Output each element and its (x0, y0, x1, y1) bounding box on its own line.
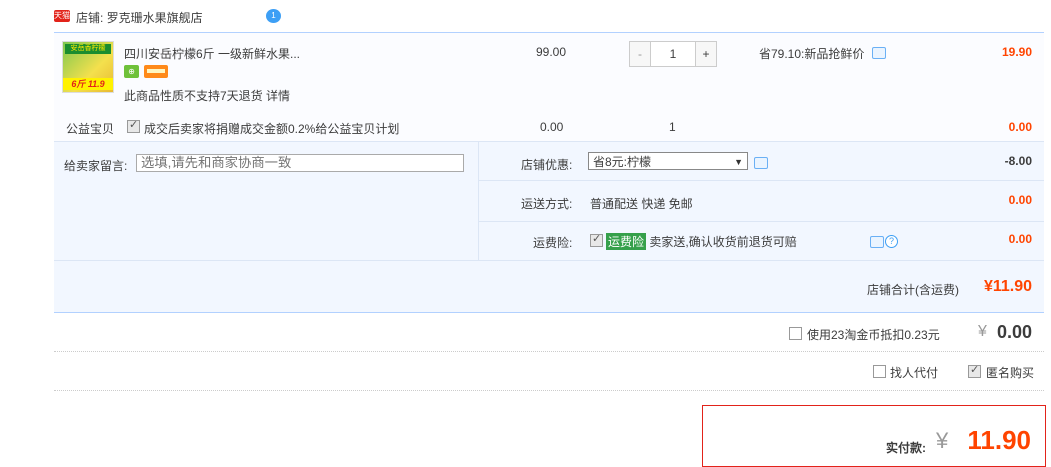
discount-label: 店铺优惠: (521, 158, 573, 172)
item-row: 安岳香柠檬 6斤 11.9 四川安岳柠檬6斤 一级新鲜水果... ⊕ 此商品性质… (54, 32, 1044, 111)
final-label: 实付款: (886, 441, 926, 455)
help-icon[interactable]: ? (885, 235, 898, 248)
charity-row: 公益宝贝 成交后卖家将捐赠成交金额0.2%给公益宝贝计划 0.00 1 0.00 (54, 111, 1044, 142)
discount-selected-value: 省8元:柠檬 (593, 155, 652, 169)
shipping-value: 普通配送 快递 免邮 (590, 197, 693, 211)
promotion-text: 省79.10:新品抢鲜价 (759, 47, 865, 61)
quantity-increase-button[interactable]: + (695, 42, 716, 66)
quantity-decrease-button[interactable]: - (630, 42, 651, 66)
coin-checkbox[interactable] (789, 327, 802, 340)
charity-label: 公益宝贝 (66, 122, 115, 136)
shipping-amount: 0.00 (1008, 193, 1032, 207)
unit-price: 99.00 (536, 45, 567, 59)
coin-currency: ¥ (978, 323, 987, 340)
quantity-stepper: - 1 + (629, 41, 717, 67)
row-divider (479, 180, 1044, 181)
final-payment-box: 实付款: ¥ 11.90 (702, 405, 1046, 467)
thumbnail-caption-top: 安岳香柠檬 (65, 44, 111, 54)
coin-label: 使用23淘金币抵扣0.23元 (807, 328, 940, 342)
panel-divider (478, 142, 479, 260)
insurance-tag: 运费险 (606, 233, 647, 250)
card-payment-badge-icon[interactable] (144, 65, 168, 78)
payment-options-row: 找人代付 匿名购买 (54, 352, 1044, 391)
insurance-amount: 0.00 (1008, 232, 1032, 246)
charity-total: 0.00 (1008, 120, 1032, 134)
discount-amount: -8.00 (1004, 154, 1032, 168)
insurance-text: 卖家送,确认收货前退货可赔 (649, 235, 797, 249)
insurance-label: 运费险: (533, 236, 573, 250)
item-subtotal: 19.90 (1001, 45, 1032, 59)
store-total-value: ¥11.90 (983, 278, 1032, 295)
anonymous-checkbox[interactable] (968, 363, 981, 378)
coin-value: 0.00 (996, 322, 1032, 342)
dropdown-arrow-icon: ▼ (734, 157, 743, 167)
proxy-pay-label[interactable]: 找人代付 (890, 364, 938, 381)
insurance-checkbox[interactable] (590, 232, 603, 247)
final-amount: 11.90 (967, 425, 1031, 455)
thumbnail-caption-bottom: 6斤 11.9 (63, 78, 113, 90)
coin-deduction-row: 使用23淘金币抵扣0.23元 ¥ 0.00 (54, 313, 1044, 352)
insurance-description: 运费险 卖家送,确认收货前退货可赔 (606, 233, 797, 250)
store-name[interactable]: 店铺: 罗克珊水果旗舰店 (76, 9, 203, 26)
message-label: 给卖家留言: (64, 159, 128, 173)
anonymous-label[interactable]: 匿名购买 (986, 364, 1034, 381)
row-divider (54, 260, 1044, 261)
chat-badge-icon[interactable]: 1 (266, 9, 281, 23)
guarantee-badge-icon[interactable]: ⊕ (124, 65, 139, 78)
shipping-label: 运送方式: (521, 197, 573, 211)
store-total-label: 店铺合计(含运费) (867, 283, 959, 297)
store-header: 天猫 店铺: 罗克珊水果旗舰店 1 (54, 0, 1044, 32)
discount-select[interactable]: 省8元:柠檬 ▼ (588, 152, 748, 170)
charity-text: 成交后卖家将捐赠成交金额0.2%给公益宝贝计划 (144, 122, 400, 136)
charity-price: 0.00 (540, 120, 564, 134)
insurance-comment-icon[interactable] (870, 236, 884, 248)
proxy-pay-checkbox[interactable] (873, 365, 886, 378)
discount-comment-icon[interactable] (754, 157, 768, 169)
final-currency: ¥ (936, 428, 949, 453)
message-input[interactable] (136, 154, 464, 172)
charity-checkbox[interactable] (127, 118, 140, 133)
tmall-badge-icon: 天猫 (54, 10, 70, 22)
order-options-panel: 给卖家留言: 店铺优惠: 省8元:柠檬 ▼ -8.00 运送方式: 普通配送 快… (54, 142, 1044, 313)
quantity-input[interactable]: 1 (651, 42, 695, 66)
comment-icon[interactable] (872, 47, 886, 59)
charity-qty: 1 (669, 120, 676, 134)
product-title-link[interactable]: 四川安岳柠檬6斤 一级新鲜水果... (124, 45, 300, 62)
return-policy-note[interactable]: 此商品性质不支持7天退货 详情 (124, 87, 290, 104)
row-divider (479, 221, 1044, 222)
product-thumbnail[interactable]: 安岳香柠檬 6斤 11.9 (62, 41, 114, 93)
